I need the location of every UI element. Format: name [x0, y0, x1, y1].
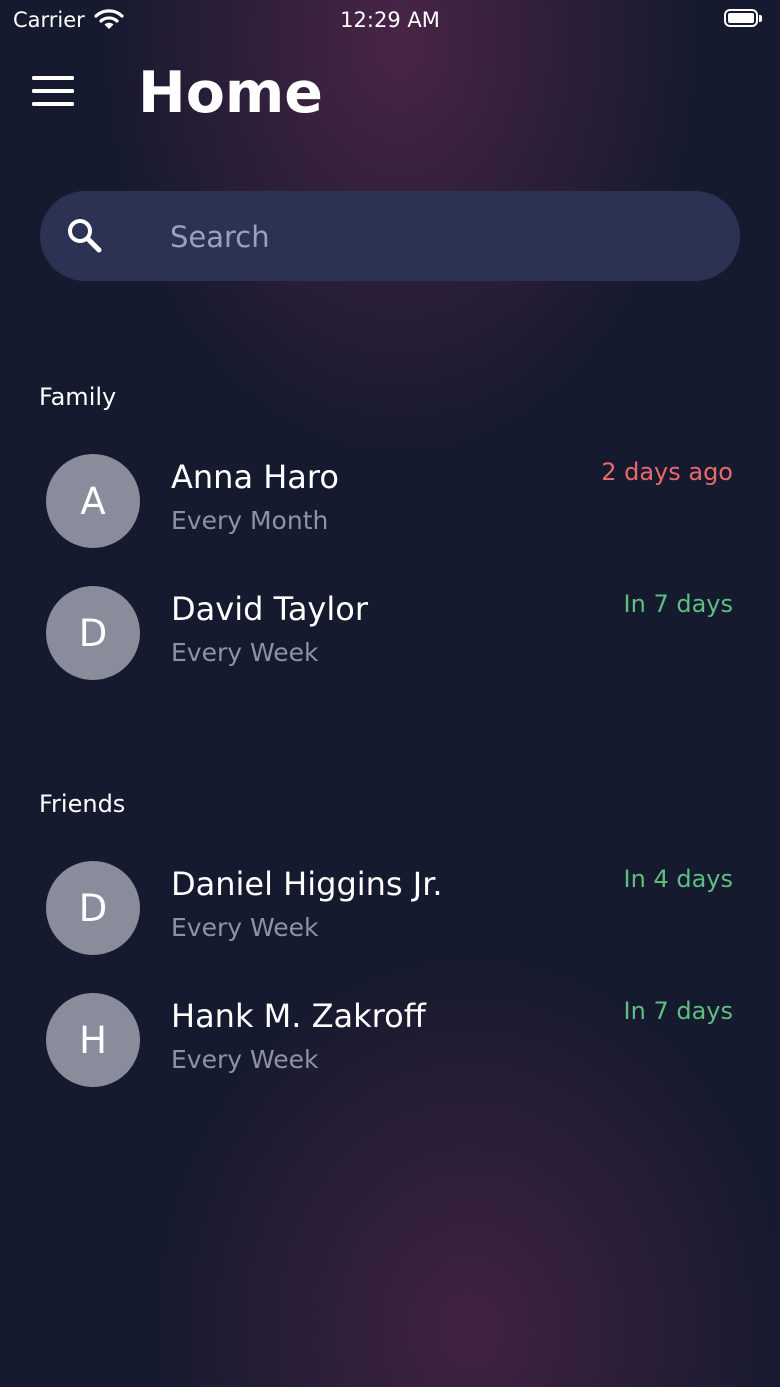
- contact-due-status: In 7 days: [623, 997, 733, 1025]
- search-input[interactable]: [168, 213, 712, 261]
- contact-frequency: Every Week: [171, 913, 319, 942]
- avatar: H: [46, 993, 140, 1087]
- contact-name: Daniel Higgins Jr.: [171, 865, 443, 903]
- status-time: 12:29 AM: [340, 8, 440, 32]
- avatar: A: [46, 454, 140, 548]
- menu-button[interactable]: [30, 74, 76, 110]
- contact-row-daniel-higgins[interactable]: D Daniel Higgins Jr. Every Week In 4 day…: [0, 861, 780, 971]
- contact-row-hank-zakroff[interactable]: H Hank M. Zakroff Every Week In 7 days: [0, 993, 780, 1103]
- page-title: Home: [138, 60, 323, 126]
- contact-due-status: 2 days ago: [601, 458, 733, 486]
- battery-icon: [724, 9, 762, 29]
- contact-frequency: Every Week: [171, 638, 319, 667]
- contact-row-david-taylor[interactable]: D David Taylor Every Week In 7 days: [0, 586, 780, 696]
- contact-frequency: Every Month: [171, 506, 329, 535]
- contact-row-anna-haro[interactable]: A Anna Haro Every Month 2 days ago: [0, 454, 780, 564]
- hamburger-menu-icon: [32, 76, 74, 106]
- section-header-family: Family: [39, 383, 117, 411]
- contact-due-status: In 4 days: [623, 865, 733, 893]
- contact-frequency: Every Week: [171, 1045, 319, 1074]
- contact-name: Anna Haro: [171, 458, 339, 496]
- contact-due-status: In 7 days: [623, 590, 733, 618]
- avatar: D: [46, 586, 140, 680]
- contact-name: David Taylor: [171, 590, 368, 628]
- avatar: D: [46, 861, 140, 955]
- status-bar: Carrier 12:29 AM: [0, 0, 780, 40]
- search-bar[interactable]: [40, 191, 740, 281]
- section-header-friends: Friends: [39, 790, 126, 818]
- search-icon: [66, 217, 104, 259]
- contact-name: Hank M. Zakroff: [171, 997, 426, 1035]
